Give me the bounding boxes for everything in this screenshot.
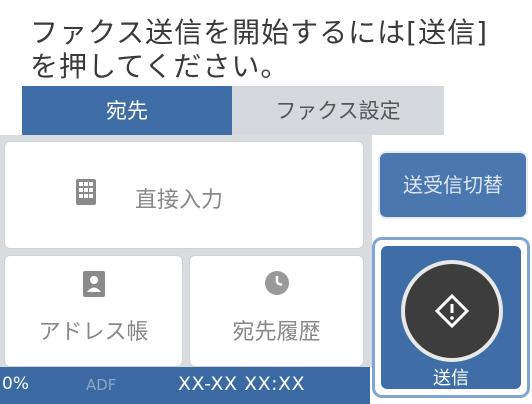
destination-panel: 直接入力 アドレス帳 宛先履歴 (0, 135, 372, 367)
status-datetime: XX-XX XX:XX (178, 373, 306, 395)
start-diamond-icon (434, 293, 470, 329)
right-column: 送受信切替 送信 (372, 135, 532, 404)
clock-icon (264, 271, 289, 295)
send-button[interactable]: 送信 (381, 246, 521, 389)
tab-fax-settings[interactable]: ファクス設定 (232, 86, 444, 136)
instruction-message: ファクス送信を開始するには[送信] を押してください。 (30, 16, 489, 83)
send-button-frame[interactable]: 送信 (372, 237, 530, 398)
direct-input-button[interactable]: 直接入力 (4, 141, 364, 249)
contacts-icon (82, 271, 105, 297)
keypad-icon (76, 179, 96, 205)
history-button[interactable]: 宛先履歴 (189, 255, 364, 367)
send-label: 送信 (433, 368, 469, 389)
direct-input-label: 直接入力 (135, 188, 224, 213)
status-percent: 0% (2, 374, 29, 394)
address-book-label: アドレス帳 (38, 320, 149, 345)
address-book-button[interactable]: アドレス帳 (4, 255, 183, 367)
history-label: 宛先履歴 (232, 320, 321, 345)
send-receive-switch-button[interactable]: 送受信切替 (378, 151, 528, 219)
status-bar: 0% ADF XX-XX XX:XX (0, 367, 370, 404)
send-start-circle (401, 260, 503, 362)
tab-destination[interactable]: 宛先 (22, 86, 232, 136)
status-adf-indicator: ADF (86, 376, 117, 394)
